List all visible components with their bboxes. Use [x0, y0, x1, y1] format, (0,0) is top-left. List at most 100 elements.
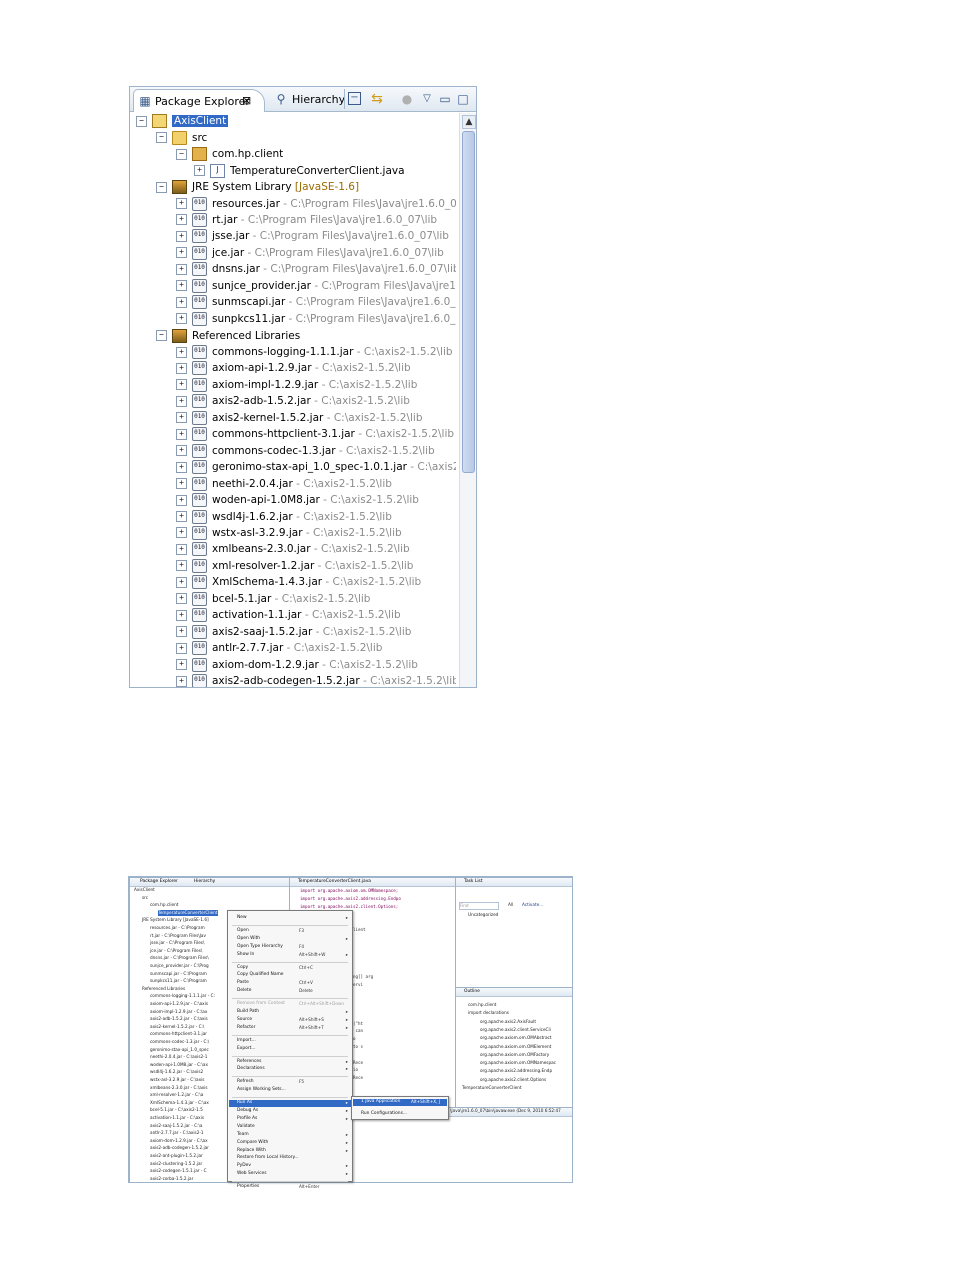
expand-icon[interactable]: +	[176, 543, 187, 555]
view-menu-icon[interactable]: ▽	[420, 92, 434, 106]
mini-tree-item[interactable]: sunjce_provider.jar - C:\Prog	[150, 963, 209, 969]
menu-item[interactable]: Assign Working Sets...	[229, 1087, 351, 1094]
menu-item[interactable]: Debug As ▸	[229, 1108, 351, 1115]
outline-item[interactable]: org.apache.axiom.om.OMNamespac	[480, 1060, 556, 1066]
mini-tree-item[interactable]: resources.jar - C:\Program	[150, 925, 205, 931]
tree-item-jar[interactable]: +010 resources.jar - C:\Program Files\Jav…	[176, 196, 456, 212]
expand-icon[interactable]: +	[176, 527, 187, 539]
vertical-scrollbar[interactable]: ▲	[459, 113, 476, 687]
tree-item-jar[interactable]: +010 wsdl4j-1.6.2.jar - C:\axis2-1.5.2\li…	[176, 509, 392, 525]
mini-tree-item[interactable]: axiom-dom-1.2.9.jar - C:\ax	[150, 1138, 208, 1144]
tree-item-jar[interactable]: +010 axis2-saaj-1.5.2.jar - C:\axis2-1.5.…	[176, 624, 411, 640]
tree-item-jar[interactable]: +010 axis2-adb-codegen-1.5.2.jar - C:\axi…	[176, 673, 456, 687]
tree-item-jre-library[interactable]: − JRE System Library [JavaSE-1.6]	[156, 179, 359, 195]
mini-tree-item[interactable]: commons-logging-1.1.1.jar - C:	[150, 993, 215, 999]
tree-item-jar[interactable]: +010 commons-httpclient-3.1.jar - C:\axis…	[176, 426, 454, 442]
tree-item-jar[interactable]: +010 jce.jar - C:\Program Files\Java\jre1…	[176, 245, 444, 261]
mini-tree-item[interactable]: JRE System Library [JavaSE-1.6]	[142, 917, 209, 923]
mini-tree-item[interactable]: woden-api-1.0M8.jar - C:\ax	[150, 1062, 208, 1068]
menu-item[interactable]: Source Alt+Shift+S ▸	[229, 1017, 351, 1024]
mini-tree-item[interactable]: Referenced Libraries	[142, 986, 185, 992]
expand-icon[interactable]: +	[176, 379, 187, 391]
mini-tree-item[interactable]: axis2-ant-plugin-1.5.2.jar	[150, 1153, 203, 1159]
mini-tree-item[interactable]: com.hp.client	[150, 902, 178, 908]
task-category[interactable]: Uncategorized	[468, 912, 498, 918]
menu-item[interactable]: Copy Qualified Name	[229, 972, 351, 979]
mini-tree-item[interactable]: axis2-corba-1.5.2.jar	[150, 1176, 193, 1182]
tree-item-jar[interactable]: +010 commons-logging-1.1.1.jar - C:\axis2…	[176, 344, 453, 360]
menu-item[interactable]: Properties Alt+Enter	[229, 1184, 351, 1191]
collapse-icon[interactable]: −	[156, 181, 167, 193]
mini-tree-item[interactable]: XmlSchema-1.4.3.jar - C:\ax	[150, 1100, 209, 1106]
mini-tree-item[interactable]: axiom-api-1.2.9.jar - C:\axis	[150, 1001, 208, 1007]
tree-item-jar[interactable]: +010 antlr-2.7.7.jar - C:\axis2-1.5.2\lib	[176, 640, 382, 656]
expand-icon[interactable]: +	[176, 230, 187, 242]
menu-item[interactable]: Build Path ▸	[229, 1009, 351, 1016]
tree-item-jar[interactable]: +010 axiom-dom-1.2.9.jar - C:\axis2-1.5.2…	[176, 657, 418, 673]
menu-item[interactable]: Open F3	[229, 928, 351, 935]
expand-icon[interactable]: +	[176, 675, 187, 687]
mini-tree-item[interactable]: TemperatureConverterClient	[158, 909, 218, 916]
expand-icon[interactable]: +	[176, 313, 187, 325]
tree-item-jar[interactable]: +010 sunjce_provider.jar - C:\Program Fil…	[176, 278, 456, 294]
maximize-icon[interactable]: □	[456, 92, 470, 106]
tree-item-jar[interactable]: +010 geronimo-stax-api_1.0_spec-1.0.1.jar…	[176, 459, 456, 475]
mini-tree-item[interactable]: axis2-clustering-1.5.2.jar	[150, 1161, 202, 1167]
mini-tree-item[interactable]: jsse.jar - C:\Program Files\	[150, 940, 204, 946]
tab-hierarchy[interactable]: Hierarchy	[292, 93, 345, 106]
expand-icon[interactable]: +	[176, 659, 187, 671]
tree-item-jar[interactable]: +010 woden-api-1.0M8.jar - C:\axis2-1.5.2…	[176, 492, 419, 508]
outline-item[interactable]: org.apache.axis2.addressing.Endp	[480, 1068, 552, 1074]
expand-icon[interactable]: +	[176, 296, 187, 308]
mini-tree-item[interactable]: antlr-2.7.7.jar - C:\axis2-1	[150, 1130, 204, 1136]
outline-item[interactable]: org.apache.axiom.om.OMElement	[480, 1044, 551, 1050]
collapse-icon[interactable]: −	[136, 115, 147, 127]
menu-item[interactable]: Restore from Local History...	[229, 1155, 351, 1162]
tree-item-jar[interactable]: +010 axis2-adb-1.5.2.jar - C:\axis2-1.5.2…	[176, 393, 410, 409]
tree-item-referenced-libraries[interactable]: − Referenced Libraries	[156, 328, 300, 344]
task-filter-all[interactable]: All	[508, 902, 513, 908]
menu-item[interactable]: Open With ▸	[229, 936, 351, 943]
mini-tree-item[interactable]: dnsns.jar - C:\Program Files\	[150, 955, 209, 961]
menu-item[interactable]: References ▸	[229, 1059, 351, 1066]
tasklist-tab[interactable]: Task List	[464, 879, 483, 885]
tree-item-package[interactable]: − com.hp.client	[176, 146, 283, 162]
tree-item-jar[interactable]: +010 activation-1.1.jar - C:\axis2-1.5.2\…	[176, 607, 401, 623]
expand-icon[interactable]: +	[176, 412, 187, 424]
scrollbar-thumb[interactable]	[462, 131, 475, 473]
mini-tree-item[interactable]: AxisClient	[134, 887, 155, 893]
mini-tree-item[interactable]: wsdl4j-1.6.2.jar - C:\axis2	[150, 1069, 203, 1075]
expand-icon[interactable]: +	[176, 560, 187, 572]
tree-item-jar[interactable]: +010 axiom-api-1.2.9.jar - C:\axis2-1.5.2…	[176, 360, 411, 376]
outline-item[interactable]: org.apache.axis2.client.ServiceCli	[480, 1027, 551, 1033]
menu-item[interactable]: Profile As ▸	[229, 1116, 351, 1123]
expand-icon[interactable]: +	[176, 395, 187, 407]
mini-tree-item[interactable]: axis2-saaj-1.5.2.jar - C:\a	[150, 1123, 202, 1129]
tree-item-jar[interactable]: +010 XmlSchema-1.4.3.jar - C:\axis2-1.5.2…	[176, 574, 421, 590]
mini-tree-item[interactable]: axis2-adb-1.5.2.jar - C:\axis	[150, 1016, 208, 1022]
tree-item-jar[interactable]: +010 sunpkcs11.jar - C:\Program Files\Jav…	[176, 311, 456, 327]
expand-icon[interactable]: +	[176, 445, 187, 457]
submenu-item[interactable]: 1 Java Application Alt+Shift+X, J	[353, 1099, 447, 1106]
mini-tree-item[interactable]: bcel-5.1.jar - C:\axis2-1.5	[150, 1107, 203, 1113]
expand-icon[interactable]: +	[176, 642, 187, 654]
expand-icon[interactable]: +	[176, 626, 187, 638]
mini-tree-item[interactable]: sunpkcs11.jar - C:\Program	[150, 978, 207, 984]
outline-item[interactable]: import declarations	[468, 1010, 509, 1016]
menu-item[interactable]: Refresh F5	[229, 1079, 351, 1086]
menu-item[interactable]: Team ▸	[229, 1132, 351, 1139]
collapse-icon[interactable]: −	[176, 148, 187, 160]
menu-item[interactable]: Validate	[229, 1124, 351, 1131]
mini-tree-item[interactable]: axiom-impl-1.2.9.jar - C:\ax	[150, 1009, 207, 1015]
submenu-item[interactable]: Run Configurations...	[353, 1111, 447, 1118]
scroll-up-icon[interactable]: ▲	[462, 115, 476, 129]
tree-item-jar[interactable]: +010 neethi-2.0.4.jar - C:\axis2-1.5.2\li…	[176, 476, 392, 492]
expand-icon[interactable]: +	[176, 198, 187, 209]
mini-tree-item[interactable]: wstx-asl-3.2.9.jar - C:\axis	[150, 1077, 204, 1083]
menu-item[interactable]: PyDev ▸	[229, 1163, 351, 1170]
expand-icon[interactable]: +	[194, 165, 205, 176]
tree-item-jar[interactable]: +010 rt.jar - C:\Program Files\Java\jre1.…	[176, 212, 437, 228]
menu-item[interactable]: Replace With ▸	[229, 1148, 351, 1155]
outline-item[interactable]: org.apache.axis2.AxisFault	[480, 1019, 536, 1025]
tree-item-java-file[interactable]: + J TemperatureConverterClient.java	[194, 163, 405, 179]
